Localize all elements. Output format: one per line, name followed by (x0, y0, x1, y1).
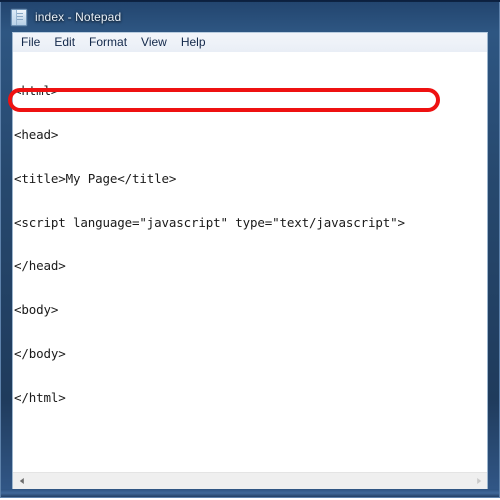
window-title: index - Notepad (35, 10, 122, 24)
code-line: <body> (14, 302, 59, 318)
notepad-window: index - Notepad File Edit Format View He… (0, 2, 500, 498)
menu-item-format[interactable]: Format (82, 34, 134, 52)
title-bar[interactable]: index - Notepad (0, 2, 500, 32)
code-line: <title>My Page</title> (14, 170, 177, 186)
client-area: File Edit Format View Help <html> <head>… (12, 32, 488, 490)
menu-item-view[interactable]: View (134, 34, 174, 52)
scroll-right-arrow-icon[interactable] (470, 473, 487, 489)
notepad-document-icon (11, 8, 27, 26)
horizontal-scrollbar[interactable] (13, 472, 487, 489)
window-frame-bottom (0, 489, 500, 498)
scroll-left-arrow-icon[interactable] (13, 473, 30, 489)
code-line: </html> (14, 389, 66, 405)
menu-item-file[interactable]: File (14, 34, 47, 52)
code-line: </body> (14, 345, 66, 361)
code-line: <head> (14, 126, 59, 142)
menu-item-help[interactable]: Help (174, 34, 213, 52)
code-line: </head> (14, 258, 66, 274)
menu-item-edit[interactable]: Edit (47, 34, 82, 52)
notepad-screenshot: index - Notepad File Edit Format View He… (0, 0, 500, 500)
scroll-track[interactable] (30, 473, 470, 489)
code-content: <html> <head> <title>My Page</title> <sc… (14, 55, 405, 434)
code-line-highlighted: <script language="javascript" type="text… (14, 214, 405, 230)
text-editing-area[interactable]: <html> <head> <title>My Page</title> <sc… (13, 53, 487, 472)
menu-bar: File Edit Format View Help (13, 33, 487, 53)
code-line: <html> (14, 83, 59, 99)
